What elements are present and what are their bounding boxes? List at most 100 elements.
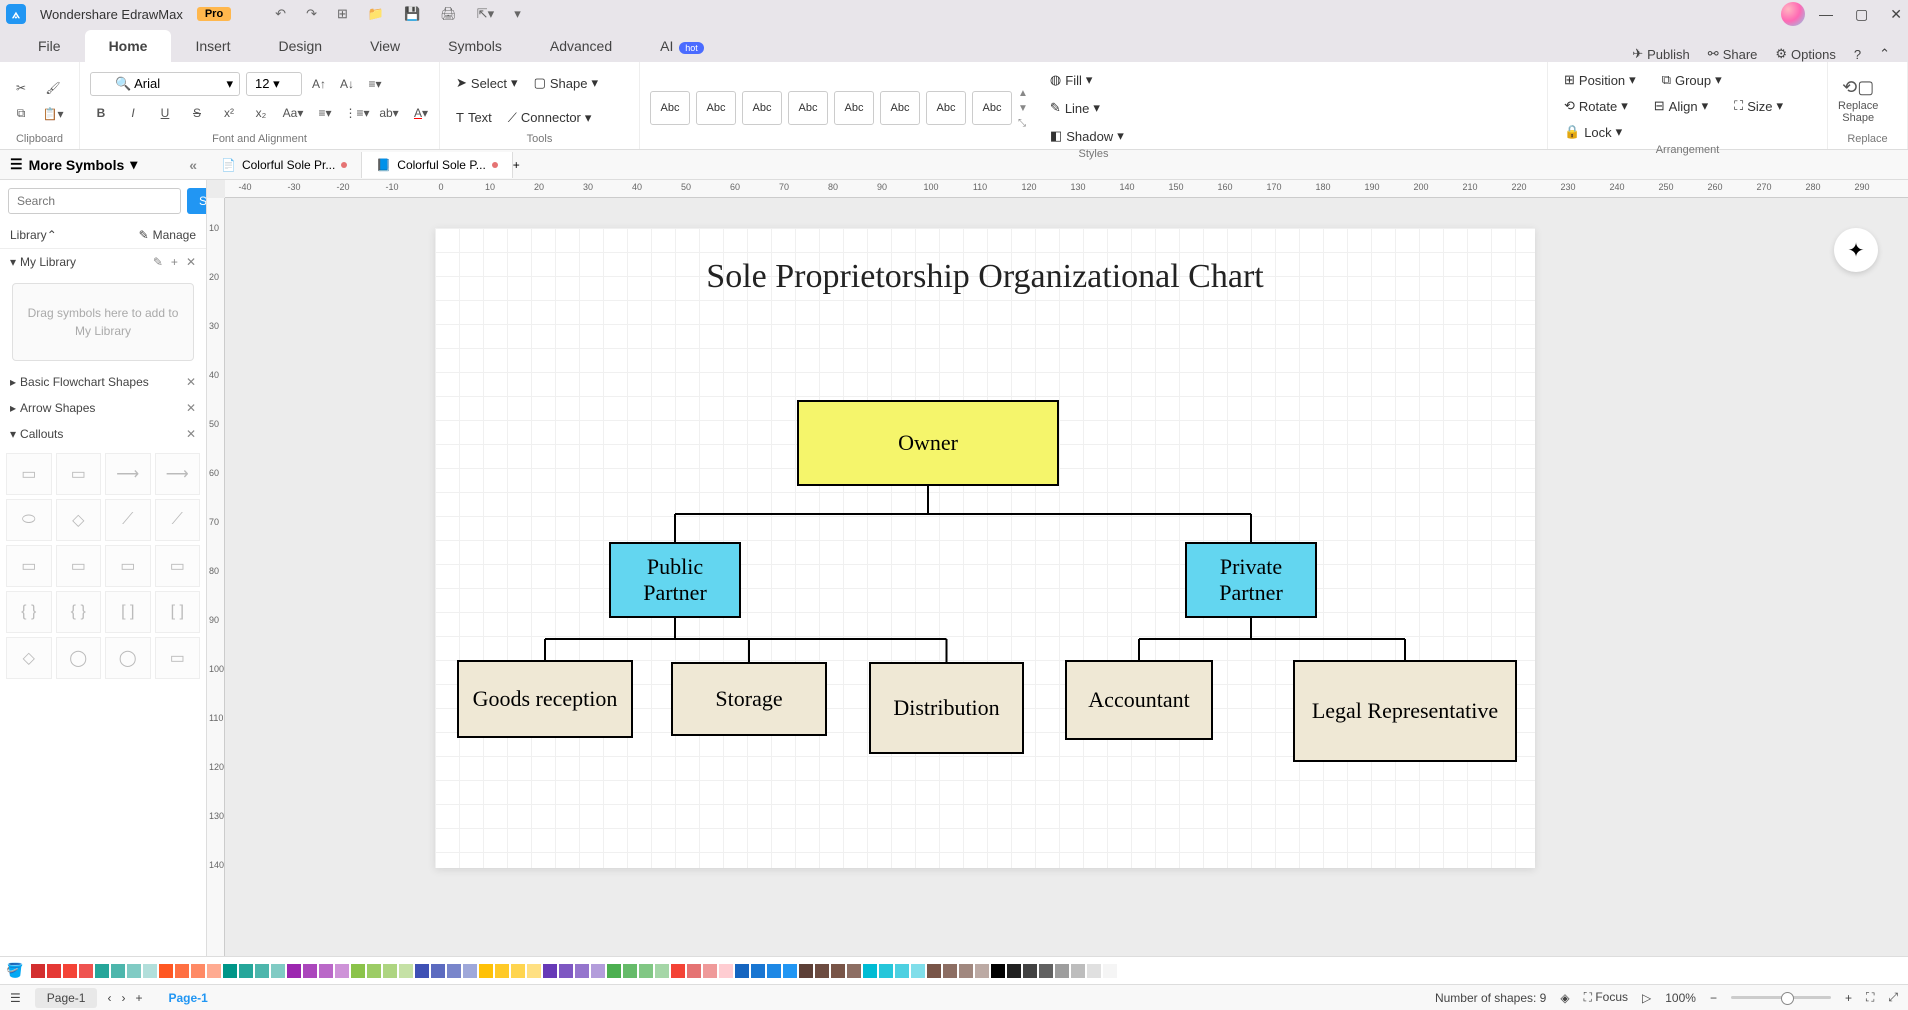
shape-thumbnail[interactable]: ◯	[56, 637, 102, 679]
color-swatch[interactable]	[911, 964, 925, 978]
color-swatch[interactable]	[863, 964, 877, 978]
user-avatar[interactable]	[1781, 2, 1805, 26]
color-swatch[interactable]	[127, 964, 141, 978]
color-swatch[interactable]	[719, 964, 733, 978]
color-swatch[interactable]	[255, 964, 269, 978]
color-swatch[interactable]	[959, 964, 973, 978]
color-swatch[interactable]	[207, 964, 221, 978]
doc-tab-1[interactable]: 📄 Colorful Sole Pr...	[207, 152, 362, 178]
font-size-select[interactable]: 12 ▾	[246, 72, 302, 96]
select-tool[interactable]: ➤ Select ▾	[450, 71, 524, 95]
color-swatch[interactable]	[831, 964, 845, 978]
color-swatch[interactable]	[1055, 964, 1069, 978]
color-swatch[interactable]	[895, 964, 909, 978]
export-icon[interactable]: ⇱▾	[477, 6, 494, 22]
color-swatch[interactable]	[159, 964, 173, 978]
maximize-icon[interactable]: ▢	[1855, 6, 1868, 23]
shape-thumbnail[interactable]: ▭	[6, 545, 52, 587]
color-swatch[interactable]	[95, 964, 109, 978]
org-node-owner[interactable]: Owner	[797, 400, 1059, 486]
shape-thumbnail[interactable]: ▭	[56, 545, 102, 587]
color-swatch[interactable]	[511, 964, 525, 978]
active-page-label[interactable]: Page-1	[156, 988, 219, 1008]
save-icon[interactable]: 💾	[404, 6, 420, 22]
underline-icon[interactable]: U	[154, 102, 176, 124]
color-swatch[interactable]	[1039, 964, 1053, 978]
color-swatch[interactable]	[351, 964, 365, 978]
rotate-button[interactable]: ⟲ Rotate▾	[1558, 94, 1634, 118]
font-color-icon[interactable]: A▾	[410, 102, 432, 124]
shape-thumbnail[interactable]: [ ]	[105, 591, 151, 633]
org-node-storage[interactable]: Storage	[671, 662, 827, 736]
style-preset[interactable]: Abc	[972, 91, 1012, 125]
color-swatch[interactable]	[927, 964, 941, 978]
layers-icon[interactable]: ◈	[1560, 991, 1569, 1005]
bold-icon[interactable]: B	[90, 102, 112, 124]
paste-icon[interactable]: 📋▾	[42, 103, 64, 125]
color-swatch[interactable]	[431, 964, 445, 978]
color-swatch[interactable]	[991, 964, 1005, 978]
connector-tool[interactable]: ⟋ Connector ▾	[502, 106, 598, 130]
color-swatch[interactable]	[223, 964, 237, 978]
color-swatch[interactable]	[463, 964, 477, 978]
doc-tab-2[interactable]: 📘 Colorful Sole P...	[362, 152, 512, 178]
case-icon[interactable]: Aa▾	[282, 102, 304, 124]
color-swatch[interactable]	[847, 964, 861, 978]
align-button[interactable]: ⊟ Align▾	[1648, 94, 1714, 118]
color-swatch[interactable]	[607, 964, 621, 978]
color-swatch[interactable]	[1023, 964, 1037, 978]
tab-advanced[interactable]: Advanced	[526, 30, 636, 62]
color-swatch[interactable]	[943, 964, 957, 978]
tab-symbols[interactable]: Symbols	[424, 30, 526, 62]
group-button[interactable]: ⧉ Group▾	[1656, 68, 1728, 92]
color-swatch[interactable]	[975, 964, 989, 978]
shape-thumbnail[interactable]: ▭	[155, 637, 201, 679]
new-icon[interactable]: ⊞	[337, 6, 348, 22]
color-swatch[interactable]	[287, 964, 301, 978]
color-swatch[interactable]	[63, 964, 77, 978]
chart-title[interactable]: Sole Proprietorship Organizational Chart	[435, 258, 1535, 296]
color-swatch[interactable]	[111, 964, 125, 978]
color-swatch[interactable]	[1103, 964, 1117, 978]
org-node-legal[interactable]: Legal Representative	[1293, 660, 1517, 762]
page-list-icon[interactable]: ☰	[10, 991, 21, 1005]
close-icon[interactable]: ✕	[1890, 6, 1902, 23]
open-icon[interactable]: 📁	[368, 6, 384, 22]
shape-tool[interactable]: ▢ Shape ▾	[528, 71, 604, 95]
decrease-font-icon[interactable]: A↓	[336, 73, 358, 95]
style-preset[interactable]: Abc	[880, 91, 920, 125]
more-symbols-label[interactable]: More Symbols	[29, 157, 125, 173]
share-button[interactable]: ⚯ Share	[1708, 46, 1758, 62]
color-swatch[interactable]	[639, 964, 653, 978]
color-swatch[interactable]	[751, 964, 765, 978]
color-swatch[interactable]	[319, 964, 333, 978]
color-swatch[interactable]	[447, 964, 461, 978]
color-swatch[interactable]	[175, 964, 189, 978]
org-node-private[interactable]: Private Partner	[1185, 542, 1317, 618]
color-swatch[interactable]	[703, 964, 717, 978]
text-tool[interactable]: T Text	[450, 106, 498, 129]
minimize-icon[interactable]: —	[1819, 6, 1833, 23]
color-swatch[interactable]	[623, 964, 637, 978]
color-swatch[interactable]	[479, 964, 493, 978]
shadow-button[interactable]: ◧ Shadow ▾	[1044, 124, 1130, 148]
scroll-up-icon[interactable]: ▲	[1018, 88, 1028, 99]
align-icon[interactable]: ≡▾	[364, 73, 386, 95]
collapse-ribbon-icon[interactable]: ⌃	[1879, 46, 1890, 62]
tab-insert[interactable]: Insert	[171, 30, 254, 62]
org-node-acct[interactable]: Accountant	[1065, 660, 1213, 740]
manage-button[interactable]: ✎ Manage	[139, 228, 196, 242]
fill-button[interactable]: ◍ Fill ▾	[1044, 68, 1130, 92]
line-button[interactable]: ✎ Line ▾	[1044, 96, 1130, 120]
org-node-goods[interactable]: Goods reception	[457, 660, 633, 738]
color-swatch[interactable]	[815, 964, 829, 978]
edit-icon[interactable]: ✎	[153, 255, 163, 269]
style-preset[interactable]: Abc	[834, 91, 874, 125]
color-swatch[interactable]	[239, 964, 253, 978]
highlight-icon[interactable]: ab▾	[378, 102, 400, 124]
page-tab[interactable]: Page-1	[35, 988, 98, 1008]
tab-ai[interactable]: AI hot	[636, 30, 728, 62]
zoom-out-icon[interactable]: −	[1710, 991, 1717, 1005]
shape-thumbnail[interactable]: ▭	[56, 453, 102, 495]
search-button[interactable]: Search	[187, 188, 207, 214]
